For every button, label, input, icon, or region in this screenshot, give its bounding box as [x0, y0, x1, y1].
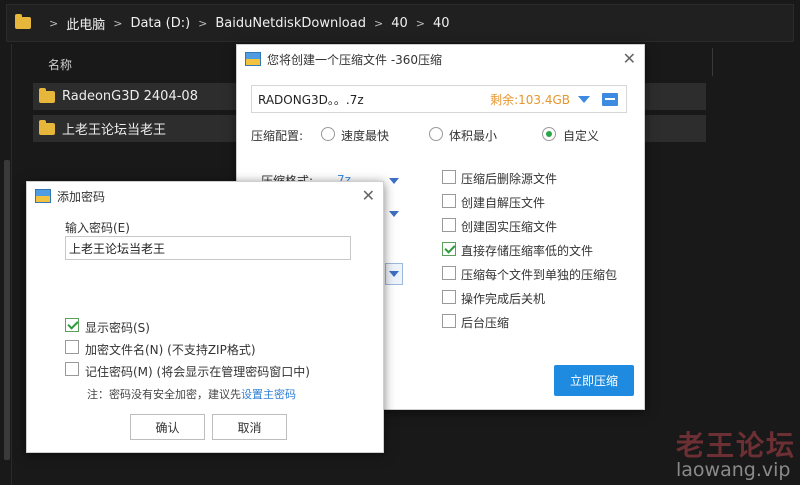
archive-filename[interactable]: RADONG3D。。.7z	[258, 91, 490, 108]
delete-source-label[interactable]: 压缩后删除源文件	[461, 170, 557, 187]
breadcrumb-item[interactable]: Data (D:)	[130, 16, 190, 31]
folder-icon	[15, 14, 31, 29]
nav-scrollbar[interactable]	[4, 160, 10, 460]
breadcrumb-item[interactable]: 40	[433, 16, 450, 31]
column-header-name[interactable]: 名称	[48, 56, 72, 73]
remember-password-label[interactable]: 记住密码(M) (将会显示在管理密码窗口中)	[85, 363, 310, 380]
config-label: 压缩配置:	[251, 129, 304, 143]
show-password-label[interactable]: 显示密码(S)	[85, 319, 150, 336]
nav-pane-divider	[11, 44, 12, 485]
self-extract-checkbox[interactable]	[442, 194, 456, 208]
level-chevron-down-icon[interactable]	[389, 211, 399, 217]
delete-source-checkbox[interactable]	[442, 170, 456, 184]
note-text: 注：密码没有安全加密，建议先	[87, 388, 241, 401]
chevron-down-icon[interactable]	[578, 95, 590, 103]
cancel-button[interactable]: 取消	[212, 414, 287, 440]
radio-custom-label[interactable]: 自定义	[563, 127, 599, 144]
radio-custom[interactable]	[542, 127, 556, 141]
address-bar[interactable]: > 此电脑 > Data (D:) > BaiduNetdiskDownload…	[6, 4, 794, 42]
separate-archives-checkbox[interactable]	[442, 266, 456, 280]
close-icon[interactable]: ✕	[623, 49, 636, 68]
separate-archives-label[interactable]: 压缩每个文件到单独的压缩包	[461, 266, 617, 283]
format-chevron-down-icon[interactable]	[389, 178, 399, 184]
background-label[interactable]: 后台压缩	[461, 314, 509, 331]
breadcrumb: > 此电脑 > Data (D:) > BaiduNetdiskDownload…	[49, 14, 450, 33]
remember-password-checkbox[interactable]	[65, 362, 79, 376]
column-divider[interactable]	[712, 48, 713, 76]
list-item-label: 上老王论坛当老王	[62, 123, 167, 138]
shutdown-label[interactable]: 操作完成后关机	[461, 290, 545, 307]
encrypt-names-checkbox[interactable]	[65, 340, 79, 354]
security-note: 注：密码没有安全加密，建议先设置主密码	[87, 386, 296, 402]
password-dialog: 添加密码 ✕ 输入密码(E) 上老王论坛当老王 显示密码(S) 加密文件名(N)…	[26, 181, 384, 453]
store-low-ratio-label[interactable]: 直接存储压缩率低的文件	[461, 242, 593, 259]
radio-fastest-label[interactable]: 速度最快	[341, 127, 389, 144]
app-icon	[245, 52, 261, 66]
solid-archive-label[interactable]: 创建固实压缩文件	[461, 218, 557, 235]
shutdown-checkbox[interactable]	[442, 290, 456, 304]
folder-icon	[39, 119, 55, 135]
set-master-password-link[interactable]: 设置主密码	[241, 388, 296, 401]
free-space: 剩余:103.4GB	[490, 92, 570, 107]
breadcrumb-item[interactable]: 40	[391, 16, 408, 31]
watermark-url: laowang.vip	[676, 459, 791, 481]
encrypt-names-label[interactable]: 加密文件名(N) (不支持ZIP格式)	[85, 341, 256, 358]
watermark-title: 老王论坛	[676, 429, 797, 462]
solid-archive-checkbox[interactable]	[442, 218, 456, 232]
dialog-titlebar: 您将创建一个压缩文件 -360压缩	[237, 45, 644, 73]
password-input[interactable]: 上老王论坛当老王	[65, 236, 351, 260]
password-label: 输入密码(E)	[65, 221, 130, 235]
background-checkbox[interactable]	[442, 314, 456, 328]
radio-fastest[interactable]	[321, 127, 335, 141]
self-extract-label[interactable]: 创建自解压文件	[461, 194, 545, 211]
method-dropdown[interactable]	[385, 263, 403, 285]
folder-icon	[39, 87, 55, 103]
list-item-label: RadeonG3D 2404-08	[62, 89, 198, 104]
dialog-title: 添加密码	[57, 189, 106, 204]
app-icon	[35, 189, 51, 203]
browse-folder-icon[interactable]	[602, 92, 618, 106]
compress-now-button[interactable]: 立即压缩	[554, 365, 634, 396]
dialog-title: 您将创建一个压缩文件 -360压缩	[267, 52, 443, 67]
breadcrumb-item[interactable]: 此电脑	[66, 14, 105, 33]
show-password-checkbox[interactable]	[65, 318, 79, 332]
archive-path-field[interactable]: RADONG3D。。.7z 剩余:103.4GB	[251, 85, 627, 113]
dialog-titlebar: 添加密码	[27, 182, 383, 210]
radio-smallest-label[interactable]: 体积最小	[449, 127, 497, 144]
close-icon[interactable]: ✕	[362, 186, 375, 205]
radio-smallest[interactable]	[429, 127, 443, 141]
store-low-ratio-checkbox[interactable]	[442, 242, 456, 256]
ok-button[interactable]: 确认	[130, 414, 205, 440]
breadcrumb-item[interactable]: BaiduNetdiskDownload	[215, 16, 366, 31]
